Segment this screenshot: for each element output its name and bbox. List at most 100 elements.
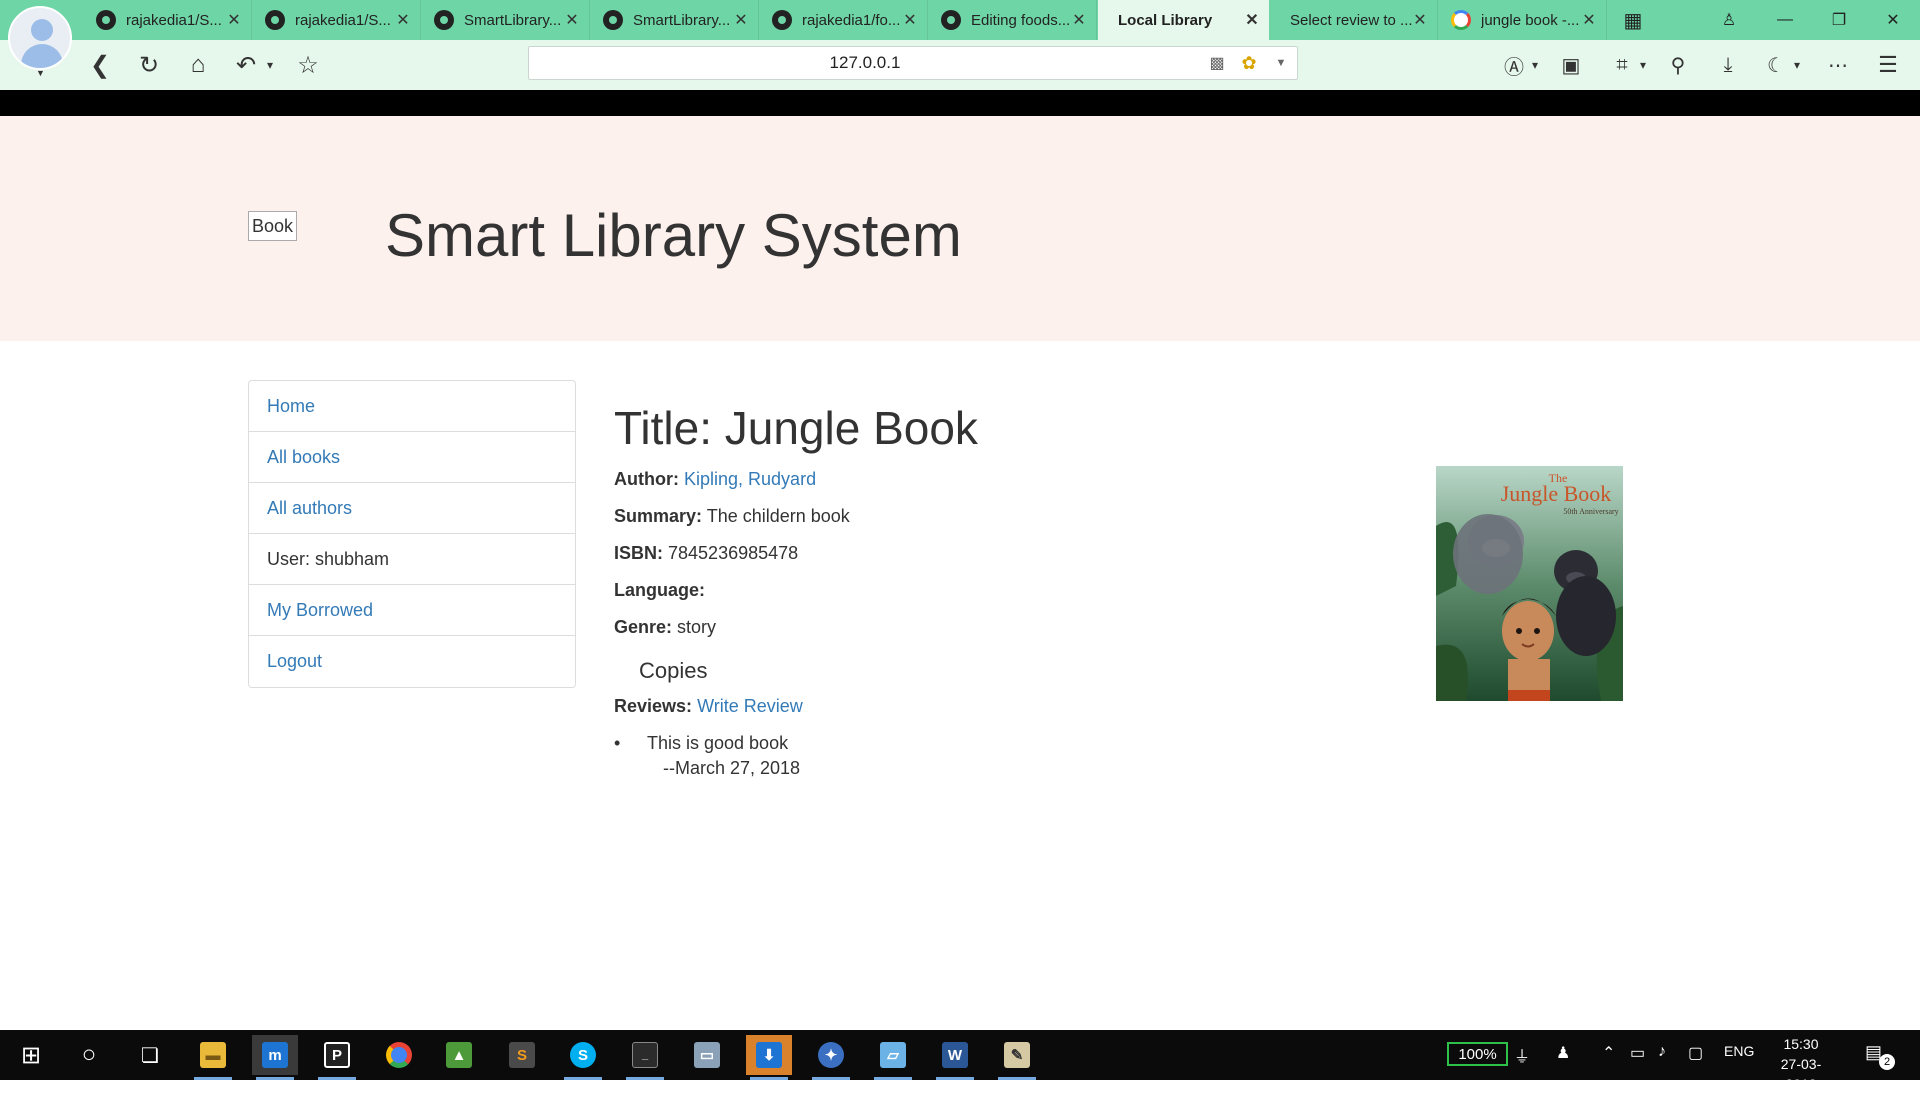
notepad-icon[interactable]: ▱ <box>870 1035 916 1080</box>
space-app-icon[interactable]: ✦ <box>808 1035 854 1080</box>
github-icon <box>434 10 454 30</box>
tab-close-icon[interactable]: ✕ <box>396 10 410 30</box>
download-icon[interactable]: ⤓ <box>1712 49 1744 81</box>
logo-alt-text: Book <box>252 215 294 236</box>
tab-title: SmartLibrary... <box>633 11 731 29</box>
minimize-icon[interactable]: — <box>1762 0 1808 40</box>
tab-close-icon[interactable]: ✕ <box>1245 10 1259 30</box>
site-title: Smart Library System <box>385 202 962 269</box>
sublime-text-icon[interactable]: S <box>499 1035 545 1075</box>
system-clock[interactable]: 15:30 27-03-2018 <box>1766 1034 1836 1094</box>
download-manager-icon[interactable]: ⬇ <box>746 1035 792 1080</box>
night-mode-icon[interactable]: ☾ <box>1760 49 1792 81</box>
isbn-field: ISBN: 7845236985478 <box>614 541 1414 578</box>
browser-tab[interactable]: Select review to ... ✕ <box>1270 0 1438 40</box>
tab-close-icon[interactable]: ✕ <box>1072 10 1086 30</box>
print-icon[interactable]: ▣ <box>1555 49 1587 81</box>
image-viewer-icon[interactable]: ▲ <box>436 1035 482 1075</box>
site-header: Book Smart Library System <box>0 116 1920 341</box>
address-bar[interactable]: 127.0.0.1 ▩ ✿ ▼ <box>528 46 1298 80</box>
back-icon[interactable]: ❮ <box>84 49 116 81</box>
maxthon-browser-icon[interactable]: m <box>252 1035 298 1080</box>
extension-bee-icon[interactable]: ✿ <box>1233 53 1265 74</box>
translate-icon[interactable]: Ⓐ <box>1498 49 1530 81</box>
word-icon[interactable]: W <box>932 1035 978 1080</box>
paint-icon[interactable]: ✎ <box>994 1035 1040 1080</box>
cortana-search-icon[interactable]: ○ <box>66 1035 112 1075</box>
people-icon[interactable]: ♟ <box>1556 1043 1570 1063</box>
sidebar-item-my-borrowed[interactable]: My Borrowed <box>249 585 575 636</box>
tab-close-icon[interactable]: ✕ <box>1582 10 1596 30</box>
screenshot-dropdown-icon[interactable]: ▾ <box>1636 49 1650 81</box>
file-explorer-icon[interactable]: ▬ <box>190 1035 236 1080</box>
undo-dropdown-icon[interactable]: ▾ <box>263 49 277 81</box>
night-mode-dropdown-icon[interactable]: ▾ <box>1790 49 1804 81</box>
skype-icon[interactable]: S <box>560 1035 606 1080</box>
sidebar-item-home[interactable]: Home <box>249 381 575 432</box>
menu-icon[interactable]: ☰ <box>1872 49 1904 81</box>
browser-tab[interactable]: Editing foods... ✕ <box>929 0 1097 40</box>
browser-tab-active[interactable]: Local Library ✕ <box>1098 0 1269 40</box>
power-plug-icon[interactable]: ⏚ <box>1514 1043 1530 1067</box>
volume-icon[interactable]: ♪ <box>1658 1043 1666 1061</box>
battery-icon[interactable]: ▭ <box>1630 1043 1645 1063</box>
show-hidden-icons[interactable]: ⌃ <box>1602 1043 1615 1063</box>
github-icon <box>96 10 116 30</box>
skin-icon[interactable]: ♙ <box>1706 0 1752 40</box>
action-center-icon[interactable]: ▤ 2 <box>1865 1042 1895 1070</box>
tab-close-icon[interactable]: ✕ <box>734 10 748 30</box>
tab-close-icon[interactable]: ✕ <box>565 10 579 30</box>
isbn-label: ISBN: <box>614 543 663 563</box>
reload-icon[interactable]: ↻ <box>133 49 165 81</box>
tab-title: SmartLibrary... <box>464 11 562 29</box>
task-view-icon[interactable]: ❏ <box>127 1035 173 1075</box>
chrome-icon[interactable] <box>376 1035 422 1075</box>
summary-field: Summary: The childern book <box>614 504 1414 541</box>
browser-tab[interactable]: SmartLibrary... ✕ <box>422 0 590 40</box>
write-review-link[interactable]: Write Review <box>697 696 803 716</box>
browser-tab[interactable]: rajakedia1/S... ✕ <box>84 0 252 40</box>
pycharm-icon[interactable]: P <box>314 1035 360 1080</box>
close-window-icon[interactable]: ✕ <box>1870 0 1916 40</box>
author-link[interactable]: Kipling, Rudyard <box>684 469 816 489</box>
sidebar-item-all-books[interactable]: All books <box>249 432 575 483</box>
browser-tab[interactable]: rajakedia1/fo... ✕ <box>760 0 928 40</box>
windows-taskbar: ⊞ ○ ❏ ▬ m P ▲ S S _ ▭ ⬇ ✦ ▱ W ✎ 100% ⏚ ♟… <box>0 1030 1920 1092</box>
search-icon[interactable]: ⚲ <box>1662 49 1694 81</box>
browser-tab[interactable]: jungle book -... ✕ <box>1439 0 1607 40</box>
browser-tab[interactable]: SmartLibrary... ✕ <box>591 0 759 40</box>
undo-close-icon[interactable]: ↶ <box>230 49 262 81</box>
screenshot-icon[interactable]: ⌗ <box>1606 49 1638 81</box>
qr-code-icon[interactable]: ▩ <box>1201 53 1233 73</box>
cover-title: Jungle Book <box>1501 481 1612 506</box>
tab-title: Select review to ... <box>1290 11 1413 29</box>
browser-tab[interactable]: rajakedia1/S... ✕ <box>253 0 421 40</box>
tab-close-icon[interactable]: ✕ <box>227 10 241 30</box>
battery-percentage[interactable]: 100% <box>1447 1042 1508 1066</box>
address-url[interactable]: 127.0.0.1 <box>529 53 1201 73</box>
review-item: This is good book --March 27, 2018 <box>614 731 1414 781</box>
terminal-icon[interactable]: _ <box>622 1035 668 1080</box>
translate-dropdown-icon[interactable]: ▾ <box>1528 49 1542 81</box>
sidebar-item-logout[interactable]: Logout <box>249 636 575 687</box>
review-list: This is good book --March 27, 2018 <box>614 731 1414 781</box>
profile-avatar[interactable] <box>8 6 72 70</box>
network-icon[interactable]: ▢ <box>1688 1043 1703 1063</box>
input-language[interactable]: ENG <box>1724 1043 1754 1059</box>
network-folder-icon[interactable]: ▭ <box>684 1035 730 1075</box>
tab-title: rajakedia1/S... <box>126 11 222 29</box>
windows-start-icon[interactable]: ⊞ <box>8 1035 54 1075</box>
more-options-icon[interactable]: ⋯ <box>1822 49 1854 81</box>
tab-close-icon[interactable]: ✕ <box>903 10 917 30</box>
tab-close-icon[interactable]: ✕ <box>1413 10 1427 30</box>
profile-menu-caret-icon[interactable]: ▼ <box>36 68 45 78</box>
address-dropdown-icon[interactable]: ▼ <box>1265 57 1297 69</box>
navbar-strip <box>0 90 1920 116</box>
restore-icon[interactable]: ❐ <box>1816 0 1862 40</box>
github-icon <box>603 10 623 30</box>
sidebar-item-all-authors[interactable]: All authors <box>249 483 575 534</box>
tab-grid-icon[interactable]: ▦ <box>1610 0 1656 40</box>
home-icon[interactable]: ⌂ <box>182 49 214 81</box>
reviews-label: Reviews: <box>614 696 693 716</box>
bookmark-star-icon[interactable]: ☆ <box>292 49 324 81</box>
